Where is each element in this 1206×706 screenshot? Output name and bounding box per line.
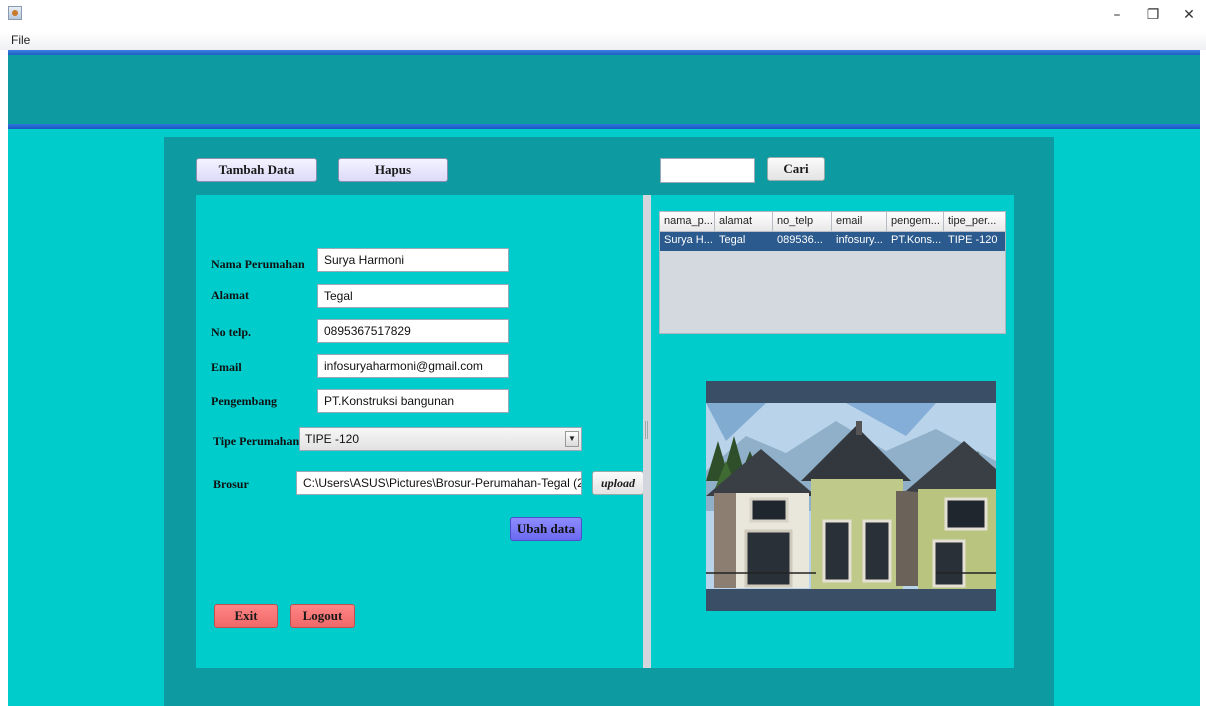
- brosur-label: Brosur: [213, 477, 249, 491]
- menu-bar: File: [0, 32, 1206, 50]
- pengembang-label: Pengembang: [211, 394, 277, 408]
- tambah-data-button[interactable]: Tambah Data: [196, 158, 317, 182]
- table-header-no-telp[interactable]: no_telp: [773, 212, 832, 232]
- upload-button[interactable]: upload: [592, 471, 644, 495]
- tipe-perumahan-label: Tipe Perumahan: [213, 434, 300, 448]
- search-input[interactable]: [660, 158, 755, 183]
- data-table[interactable]: nama_p... alamat no_telp email pengem...…: [659, 211, 1006, 334]
- split-pane-divider[interactable]: [643, 195, 651, 668]
- restore-icon[interactable]: ❐: [1139, 4, 1167, 26]
- table-header-pengembang[interactable]: pengem...: [887, 212, 944, 232]
- brosur-path-field[interactable]: C:\Users\ASUS\Pictures\Brosur-Perumahan-…: [296, 471, 582, 495]
- hapus-button[interactable]: Hapus: [338, 158, 448, 182]
- table-cell[interactable]: TIPE -120: [944, 234, 1005, 246]
- tipe-perumahan-value: TIPE -120: [305, 432, 360, 446]
- brochure-image: [706, 381, 996, 611]
- nama-perumahan-label: Nama Perumahan: [211, 257, 305, 271]
- logout-button[interactable]: Logout: [290, 604, 355, 628]
- table-cell[interactable]: infosury...: [832, 234, 887, 246]
- divider-grip[interactable]: [645, 421, 648, 439]
- chevron-down-icon[interactable]: ▼: [565, 431, 579, 447]
- cari-button[interactable]: Cari: [767, 157, 825, 181]
- no-telp-label: No telp.: [211, 325, 251, 339]
- alamat-label: Alamat: [211, 288, 249, 302]
- table-cell[interactable]: Tegal: [715, 234, 773, 246]
- header-banner: [8, 55, 1200, 124]
- nama-perumahan-field[interactable]: Surya Harmoni: [317, 248, 509, 272]
- title-bar: – ❐ ✕: [0, 0, 1206, 32]
- ubah-data-button[interactable]: Ubah data: [510, 517, 582, 541]
- close-icon[interactable]: ✕: [1175, 4, 1203, 26]
- alamat-field[interactable]: Tegal: [317, 284, 509, 308]
- table-header-alamat[interactable]: alamat: [715, 212, 773, 232]
- java-app-icon: [8, 6, 22, 20]
- tipe-perumahan-select[interactable]: TIPE -120 ▼: [299, 427, 582, 451]
- email-label: Email: [211, 360, 242, 374]
- table-header-tipe[interactable]: tipe_per...: [944, 212, 1005, 232]
- table-cell[interactable]: 089536...: [773, 234, 832, 246]
- menu-file[interactable]: File: [11, 33, 30, 47]
- exit-button[interactable]: Exit: [214, 604, 278, 628]
- table-header-nama[interactable]: nama_p...: [660, 212, 715, 232]
- email-field[interactable]: infosuryaharmoni@gmail.com: [317, 354, 509, 378]
- no-telp-field[interactable]: 0895367517829: [317, 319, 509, 343]
- minimize-icon[interactable]: –: [1103, 4, 1131, 26]
- pengembang-field[interactable]: PT.Konstruksi bangunan: [317, 389, 509, 413]
- table-header-email[interactable]: email: [832, 212, 887, 232]
- table-cell[interactable]: PT.Kons...: [887, 234, 944, 246]
- table-cell[interactable]: Surya H...: [660, 234, 715, 246]
